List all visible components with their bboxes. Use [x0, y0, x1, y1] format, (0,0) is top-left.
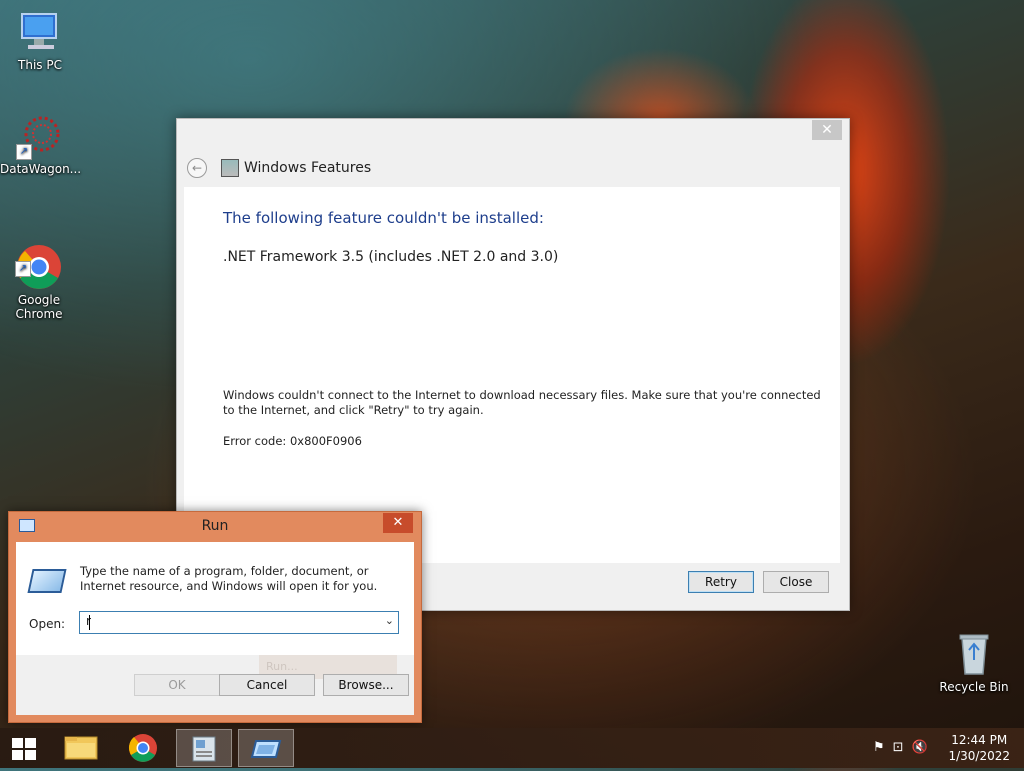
desktop-icon-this-pc[interactable]: This PC [0, 8, 80, 72]
recycle-bin-icon [950, 630, 998, 678]
shortcut-arrow-icon: ↗ [16, 144, 32, 160]
browse-button[interactable]: Browse... [323, 674, 409, 696]
error-heading: The following feature couldn't be instal… [223, 209, 544, 227]
taskbar-windows-features[interactable] [176, 729, 232, 767]
close-icon[interactable]: ✕ [383, 513, 413, 533]
run-icon [27, 569, 67, 593]
retry-button[interactable]: Retry [688, 571, 754, 593]
windows-features-icon [221, 159, 239, 177]
error-code: Error code: 0x800F0906 [223, 434, 362, 448]
dialog-content: The following feature couldn't be instal… [184, 187, 840, 563]
desktop-icon-label: This PC [18, 58, 62, 72]
dialog-header: ← Windows Features [187, 157, 371, 179]
dialog-title: Windows Features [244, 160, 372, 176]
clock-time: 12:44 PM [951, 733, 1008, 747]
back-arrow-icon[interactable]: ← [187, 158, 207, 178]
taskbar: ⚑ ⊡ 🔇 12:44 PM 1/30/2022 [0, 728, 1024, 768]
clock-date: 1/30/2022 [948, 749, 1010, 763]
start-button[interactable] [0, 729, 48, 767]
folder-icon [64, 736, 98, 760]
chevron-down-icon[interactable]: ⌄ [385, 614, 394, 627]
chrome-icon: ↗ [15, 229, 63, 289]
run-description: Type the name of a program, folder, docu… [80, 564, 378, 593]
desktop-icon-datawagon[interactable]: ↗ DataWagon... [0, 112, 82, 176]
taskbar-run[interactable] [238, 729, 294, 767]
text-caret [89, 615, 90, 630]
open-label: Open: [29, 617, 66, 631]
cancel-button[interactable]: Cancel [219, 674, 315, 696]
error-message: Windows couldn't connect to the Internet… [223, 388, 821, 417]
ok-button[interactable]: OK [134, 674, 220, 696]
open-input[interactable]: r ⌄ [79, 611, 399, 634]
taskbar-google-chrome[interactable] [115, 729, 171, 767]
windows-logo-icon [12, 738, 36, 760]
desktop-icon-recycle-bin[interactable]: Recycle Bin [934, 630, 1014, 694]
action-center-flag-icon[interactable]: ⚑ [873, 740, 885, 755]
desktop-icon-label: Google Chrome [15, 293, 63, 321]
datawagon-icon: ↗ [16, 112, 64, 160]
chrome-icon [128, 734, 157, 762]
close-icon[interactable]: ✕ [812, 120, 842, 140]
taskbar-file-explorer[interactable] [53, 729, 109, 767]
run-dialog: Run ✕ Type the name of a program, folder… [8, 511, 422, 723]
feature-name: .NET Framework 3.5 (includes .NET 2.0 an… [223, 249, 559, 265]
close-button[interactable]: Close [763, 571, 829, 593]
computer-icon [16, 8, 64, 56]
taskbar-clock[interactable]: 12:44 PM 1/30/2022 [948, 732, 1010, 764]
network-icon[interactable]: ⊡ [893, 740, 904, 755]
run-icon [250, 740, 282, 758]
desktop-icon-google-chrome[interactable]: ↗ Google Chrome [0, 215, 79, 335]
shortcut-arrow-icon: ↗ [15, 261, 31, 277]
system-tray: ⚑ ⊡ 🔇 [873, 740, 928, 755]
run-panel: Type the name of a program, folder, docu… [16, 542, 414, 715]
desktop-icon-label: Recycle Bin [939, 680, 1009, 694]
desktop-icon-label: DataWagon... [0, 162, 82, 176]
dialog-title: Run [201, 518, 229, 534]
volume-muted-icon[interactable]: 🔇 [912, 740, 928, 755]
run-body: Type the name of a program, folder, docu… [16, 542, 414, 655]
windows-features-icon [192, 736, 216, 762]
